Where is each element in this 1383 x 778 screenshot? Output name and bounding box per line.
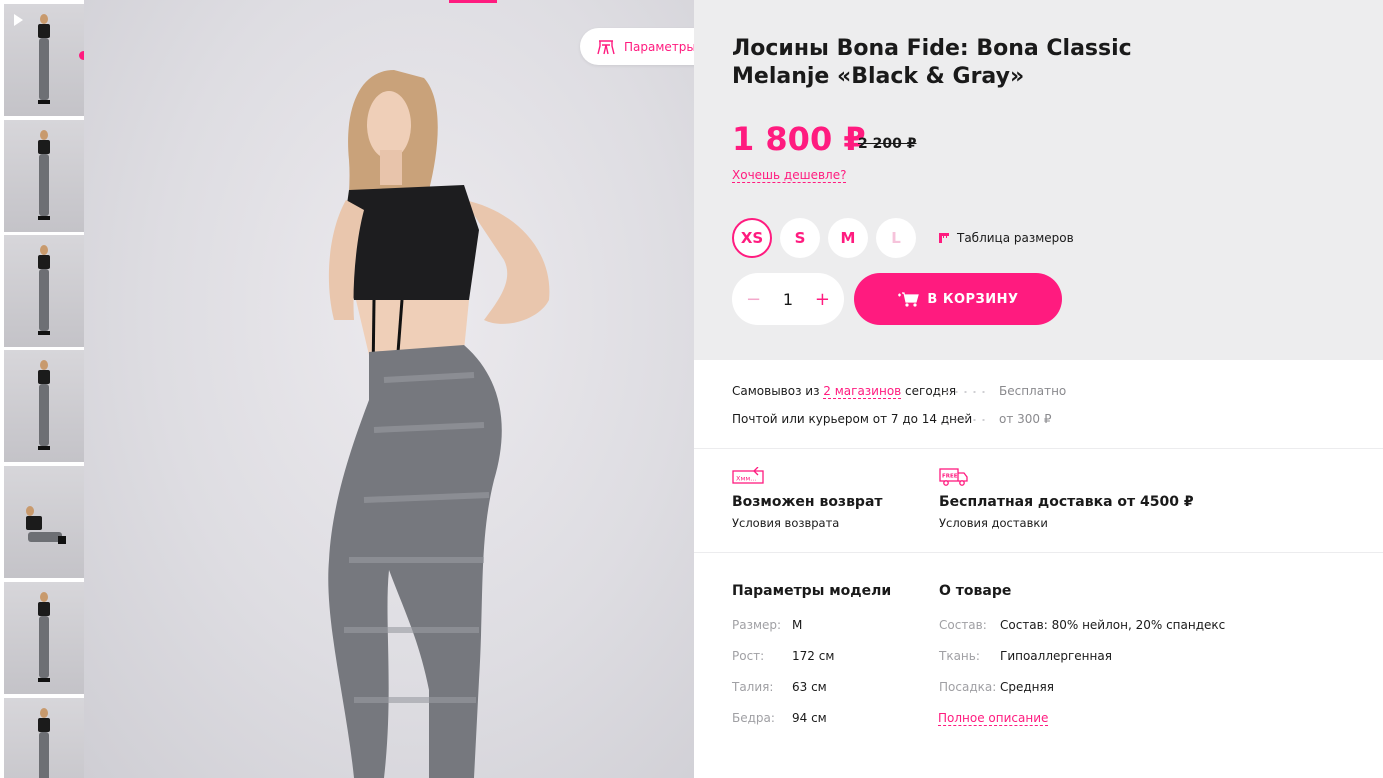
decrease-quantity-button[interactable]: −	[746, 289, 761, 310]
current-price: 1 800 ₽	[732, 120, 866, 158]
add-to-cart-label: В КОРЗИНУ	[927, 291, 1019, 307]
return-icon-text: Хмм...	[736, 475, 756, 483]
thumbnail-7[interactable]	[4, 698, 84, 778]
model-photo-illustration	[328, 70, 550, 778]
cheaper-link[interactable]: Хочешь дешевле?	[732, 168, 847, 183]
divider	[694, 448, 1383, 449]
size-l-button[interactable]: L	[876, 218, 916, 258]
thumbnail-list	[0, 0, 84, 778]
model-params-title: Параметры модели	[732, 583, 892, 599]
model-params-button[interactable]: Параметры модели	[580, 28, 694, 65]
play-icon[interactable]	[14, 14, 23, 26]
increase-quantity-button[interactable]: +	[815, 289, 830, 310]
old-price: 2 200 ₽	[858, 136, 917, 152]
about-product-title: О товаре	[939, 583, 1012, 599]
dot-leader	[943, 419, 991, 421]
param-value: 94 см	[792, 711, 827, 725]
quantity-stepper: − 1 +	[732, 273, 844, 325]
pickup-price: Бесплатно	[999, 384, 1067, 398]
product-title-line-2: Melanje «Black & Gray»	[732, 64, 1025, 89]
return-conditions-link[interactable]: Условия возврата	[732, 516, 839, 530]
about-value: Состав: 80% нейлон, 20% спандекс	[1000, 618, 1226, 632]
dot-leader	[934, 391, 990, 393]
quantity-value[interactable]: 1	[783, 290, 793, 309]
cart-icon	[898, 292, 920, 307]
hanger-icon	[597, 39, 615, 54]
top-accent-marker	[449, 0, 497, 3]
thumbnail-6[interactable]	[4, 582, 84, 694]
stores-link[interactable]: 2 магазинов	[823, 384, 902, 399]
about-label: Состав:	[939, 618, 987, 632]
full-description-link[interactable]: Полное описание	[938, 711, 1049, 726]
param-label: Талия:	[732, 680, 774, 694]
thumbnail-1[interactable]	[4, 4, 84, 116]
divider	[694, 552, 1383, 553]
post-delivery-price: от 300 ₽	[999, 412, 1052, 426]
free-delivery-title: Бесплатная доставка от 4500 ₽	[939, 494, 1194, 510]
size-m-button[interactable]: M	[828, 218, 868, 258]
param-label: Рост:	[732, 649, 765, 663]
thumbnail-3[interactable]	[4, 235, 84, 347]
param-label: Бедра:	[732, 711, 775, 725]
thumbnail-4[interactable]	[4, 350, 84, 462]
size-table-label: Таблица размеров	[957, 231, 1074, 245]
about-value: Средняя	[1000, 680, 1054, 694]
product-page: Параметры модели Лосины Bona Fide: Bona …	[0, 0, 1383, 778]
param-value: M	[792, 618, 803, 632]
product-title: Лосины Bona Fide: Bona Classic Melanje «…	[732, 35, 1132, 91]
about-label: Посадка:	[939, 680, 997, 694]
free-icon-text: FREE	[942, 474, 958, 480]
pickup-info: Самовывоз из 2 магазинов сегодня	[732, 384, 956, 399]
free-delivery-truck-icon: FREE	[939, 468, 968, 486]
ruler-icon	[939, 233, 949, 243]
size-xs-button[interactable]: XS	[732, 218, 772, 258]
param-label: Размер:	[732, 618, 782, 632]
size-s-button[interactable]: S	[780, 218, 820, 258]
main-product-photo: Параметры модели	[84, 0, 694, 778]
delivery-conditions-link[interactable]: Условия доставки	[939, 516, 1048, 530]
param-value: 63 см	[792, 680, 827, 694]
size-table-link[interactable]: Таблица размеров	[938, 231, 1074, 245]
thumbnail-2[interactable]	[4, 120, 84, 232]
return-icon: Хмм...	[732, 467, 764, 484]
product-title-line-1: Лосины Bona Fide: Bona Classic	[732, 36, 1132, 61]
product-info-panel: Лосины Bona Fide: Bona Classic Melanje «…	[694, 0, 1383, 360]
about-value: Гипоаллергенная	[1000, 649, 1112, 663]
about-label: Ткань:	[939, 649, 980, 663]
pickup-prefix: Самовывоз из	[732, 384, 824, 398]
model-params-button-label: Параметры модели	[624, 39, 694, 54]
thumbnail-5[interactable]	[4, 466, 84, 578]
param-value: 172 см	[792, 649, 835, 663]
size-selector: XS S M L	[732, 218, 916, 258]
post-delivery-info: Почтой или курьером от 7 до 14 дней	[732, 412, 973, 426]
return-title: Возможен возврат	[732, 494, 883, 510]
add-to-cart-button[interactable]: В КОРЗИНУ	[854, 273, 1062, 325]
